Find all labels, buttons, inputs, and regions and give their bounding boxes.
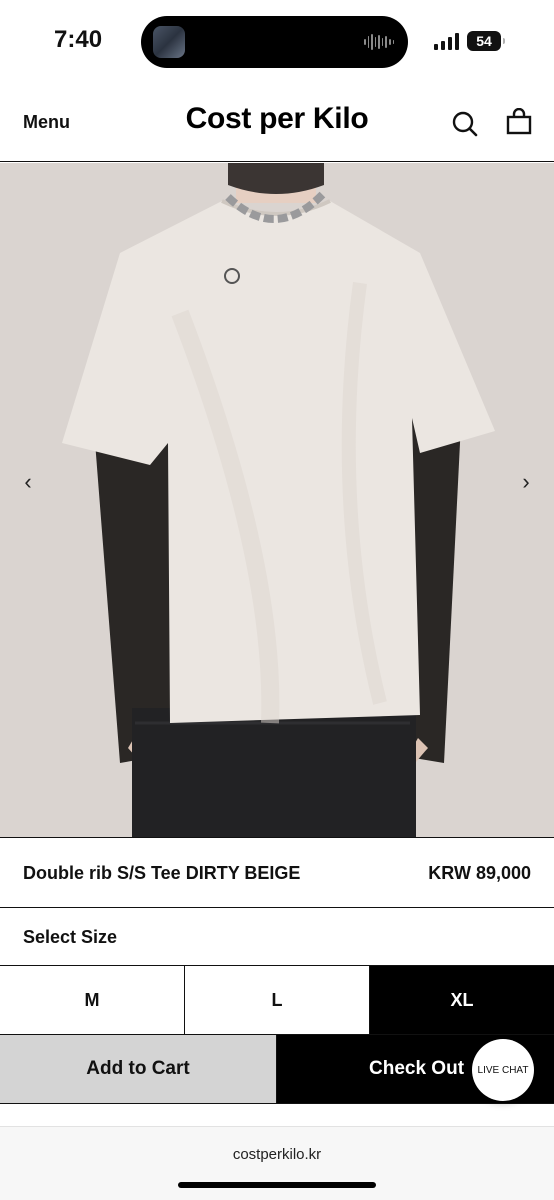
audio-waveform-icon (364, 33, 395, 51)
action-buttons: Add to Cart Check Out (0, 1035, 554, 1104)
home-indicator[interactable] (178, 1182, 376, 1188)
live-chat-button[interactable]: LIVE CHAT (472, 1039, 534, 1101)
product-price: KRW 89,000 (428, 863, 531, 883)
chevron-right-icon[interactable]: › (516, 470, 536, 494)
status-time: 7:40 (54, 26, 103, 53)
add-to-cart-button[interactable]: Add to Cart (0, 1035, 277, 1103)
site-header: Menu Cost per Kilo (0, 84, 554, 162)
signal-icon (434, 32, 460, 50)
size-option-xl[interactable]: XL (370, 966, 554, 1034)
select-size-label: Select Size (23, 927, 118, 947)
product-name: Double rib S/S Tee DIRTY BEIGE (23, 863, 301, 883)
now-playing-artwork (153, 26, 185, 58)
url-text[interactable]: costperkilo.kr (0, 1146, 554, 1163)
chevron-left-icon[interactable]: ‹ (18, 470, 38, 494)
status-bar: 7:40 54 (0, 0, 554, 84)
product-info: Double rib S/S Tee DIRTY BEIGE KRW 89,00… (0, 838, 554, 908)
battery-icon: 54 (467, 31, 505, 51)
battery-level: 54 (476, 33, 492, 49)
search-icon[interactable] (451, 110, 479, 138)
product-image[interactable]: ‹ › (0, 163, 554, 838)
size-options: M L XL (0, 966, 554, 1035)
size-option-l[interactable]: L (185, 966, 370, 1034)
select-size-section: Select Size (0, 909, 554, 966)
product-photo (0, 163, 554, 837)
browser-url-bar[interactable]: costperkilo.kr (0, 1126, 554, 1200)
shopping-bag-icon[interactable] (505, 107, 533, 136)
dynamic-island (141, 16, 408, 68)
size-option-m[interactable]: M (0, 966, 185, 1034)
